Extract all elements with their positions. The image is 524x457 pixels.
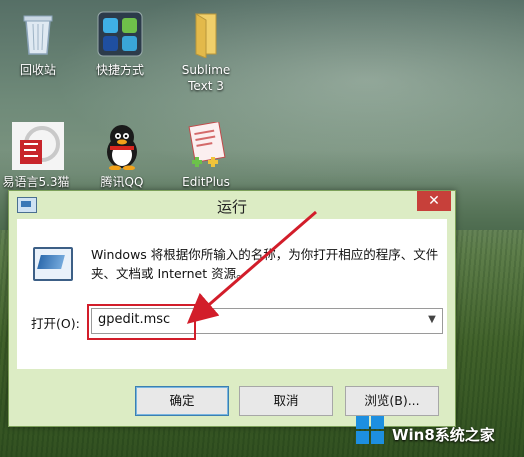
windows-logo-icon [356,416,386,446]
yiyuyan-icon [12,122,64,170]
watermark-text: Win8系统之家 [392,426,495,444]
dialog-content: Windows 将根据你所输入的名称，为你打开相应的程序、文件夹、文档或 Int… [17,219,447,369]
editplus-icon [182,121,230,170]
desktop-icon-shortcuts[interactable]: 快捷方式 [82,10,158,78]
folder-icon [182,10,230,59]
recycle-bin-icon [14,10,62,58]
ok-button[interactable]: 确定 [135,386,229,416]
desktop-icon-sublime[interactable]: Sublime Text 3 [168,10,244,94]
desktop-icon-label: 回收站 [19,63,56,77]
desktop-icon-label: 腾讯QQ [100,175,144,189]
run-dialog: 运行 ✕ Windows 将根据你所输入的名称，为你打开相应的程序、文件夹、文档… [8,190,456,427]
desktop-icon-recycle-bin[interactable]: 回收站 [0,10,76,78]
desktop-icon-qq[interactable]: 腾讯QQ [84,122,160,190]
desktop-icon-editplus[interactable]: EditPlus [168,121,244,190]
chevron-down-icon[interactable]: ▼ [424,311,440,329]
run-program-icon [33,247,73,281]
input-highlight-box [87,304,196,340]
desktop-icon-label: 快捷方式 [95,63,144,77]
cancel-button[interactable]: 取消 [239,386,333,416]
desktop-icon-label: 易语言5.3猫 [2,175,70,189]
shortcut-folder-icon [96,10,144,58]
open-label: 打开(O): [31,316,80,331]
watermark: Win8系统之家 [350,412,522,452]
qq-penguin-icon [98,122,146,171]
desktop-icon-label: Sublime [181,63,231,77]
dialog-title: 运行 [216,198,247,216]
dialog-titlebar[interactable]: 运行 ✕ [9,191,455,219]
close-button[interactable]: ✕ [417,191,451,211]
desktop-icon-label-line2: Text 3 [188,79,224,93]
dialog-description: Windows 将根据你所输入的名称，为你打开相应的程序、文件夹、文档或 Int… [91,247,439,281]
desktop-icon-yiyuyan[interactable]: 易语言5.3猫 [0,122,74,190]
desktop-icon-label: EditPlus [182,175,230,189]
